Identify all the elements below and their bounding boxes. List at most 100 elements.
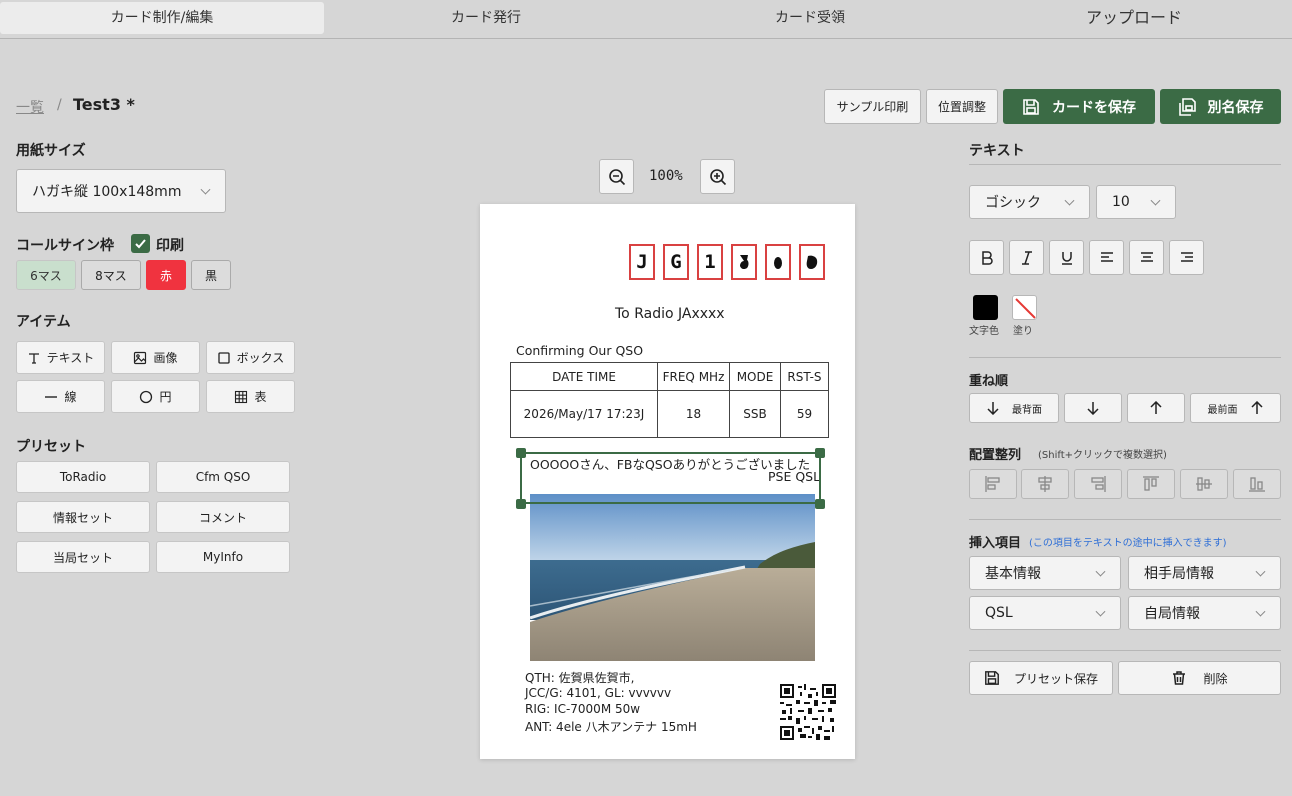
callsign-box[interactable] xyxy=(765,244,791,280)
insert-my-info-select[interactable]: 自局情報 xyxy=(1128,596,1281,630)
info-line[interactable]: JCC/G: 4101, GL: vvvvvv xyxy=(525,686,671,700)
italic-button[interactable] xyxy=(1009,240,1044,275)
resize-handle[interactable] xyxy=(516,499,526,509)
callsign-box[interactable]: G xyxy=(663,244,689,280)
breadcrumb-separator: / xyxy=(57,97,62,113)
position-adjust-button[interactable]: 位置調整 xyxy=(926,89,998,124)
frame-6-button[interactable]: 6マス xyxy=(16,260,76,290)
send-to-back-button[interactable]: 最背面 xyxy=(969,393,1059,423)
font-select[interactable]: ゴシック xyxy=(969,185,1090,219)
tab-card-receive[interactable]: カード受領 xyxy=(648,2,972,34)
qso-table[interactable]: DATE TIME FREQ MHz MODE RST-S 2026/May/1… xyxy=(510,362,829,438)
font-size-value: 10 xyxy=(1112,194,1130,210)
table-cell: SSB xyxy=(729,390,781,438)
callsign-box[interactable]: J xyxy=(629,244,655,280)
beach-photo[interactable] xyxy=(530,494,815,661)
breadcrumb-list-link[interactable]: 一覧 xyxy=(16,97,44,117)
align-objects-left-button[interactable] xyxy=(969,469,1017,499)
frame-black-button[interactable]: 黒 xyxy=(191,260,231,290)
add-box-button[interactable]: ボックス xyxy=(206,341,295,374)
info-line[interactable]: ANT: 4ele 八木アンテナ 15mH xyxy=(525,718,697,735)
add-image-button[interactable]: 画像 xyxy=(111,341,200,374)
add-line-button[interactable]: 線 xyxy=(16,380,105,413)
bold-button[interactable] xyxy=(969,240,1004,275)
bring-forward-button[interactable] xyxy=(1127,393,1185,423)
qr-code[interactable] xyxy=(780,684,836,740)
chevron-down-icon xyxy=(1095,566,1106,577)
font-size-select[interactable]: 10 xyxy=(1096,185,1176,219)
preset-comment-button[interactable]: コメント xyxy=(156,501,290,533)
resize-handle[interactable] xyxy=(815,499,825,509)
align-objects-vcenter-button[interactable] xyxy=(1180,469,1228,499)
callsign-box[interactable]: 1 xyxy=(697,244,723,280)
add-text-button[interactable]: テキスト xyxy=(16,341,105,374)
align-left-button[interactable] xyxy=(1089,240,1124,275)
insert-qsl-select[interactable]: QSL xyxy=(969,596,1121,630)
table-header: FREQ MHz xyxy=(657,362,730,391)
text-color-swatch[interactable] xyxy=(973,295,998,320)
tab-card-issue[interactable]: カード発行 xyxy=(324,2,648,34)
add-circle-button[interactable]: 円 xyxy=(111,380,200,413)
page-title: Test3 * xyxy=(73,95,135,114)
preset-myinfo-button[interactable]: MyInfo xyxy=(156,541,290,573)
align-center-button[interactable] xyxy=(1129,240,1164,275)
no-fill-icon xyxy=(1015,298,1036,319)
preset-cfmqso-button[interactable]: Cfm QSO xyxy=(156,461,290,493)
print-checkbox[interactable] xyxy=(131,234,150,253)
align-objects-vcenter-icon xyxy=(1196,477,1212,491)
frame-8-button[interactable]: 8マス xyxy=(81,260,141,290)
info-line[interactable]: QTH: 佐賀県佐賀市, xyxy=(525,669,634,686)
insert-basic-info-select[interactable]: 基本情報 xyxy=(969,556,1121,590)
delete-button[interactable]: 削除 xyxy=(1118,661,1281,695)
preset-cfmqso-label: Cfm QSO xyxy=(195,470,251,484)
chevron-down-icon xyxy=(1064,195,1075,206)
align-objects-bottom-button[interactable] xyxy=(1233,469,1281,499)
paper-size-select[interactable]: ハガキ縦 100x148mm xyxy=(16,169,226,213)
sample-print-button[interactable]: サンプル印刷 xyxy=(824,89,921,124)
card-canvas[interactable]: J G 1 To Radio JAxxxx Confirming Our QSO… xyxy=(480,204,855,759)
to-radio-text[interactable]: To Radio JAxxxx xyxy=(615,306,725,322)
selection-box[interactable] xyxy=(520,452,821,504)
zoom-out-button[interactable] xyxy=(599,159,634,194)
underline-button[interactable] xyxy=(1049,240,1084,275)
frame-red-button[interactable]: 赤 xyxy=(146,260,186,290)
callsign-box[interactable] xyxy=(731,244,757,280)
table-cell: 59 xyxy=(780,390,829,438)
align-objects-right-button[interactable] xyxy=(1074,469,1122,499)
chevron-down-icon xyxy=(1095,606,1106,617)
floppy-icon xyxy=(1023,98,1039,115)
align-objects-top-button[interactable] xyxy=(1127,469,1175,499)
divider xyxy=(969,164,1281,165)
add-table-button[interactable]: 表 xyxy=(206,380,295,413)
preset-toradio-button[interactable]: ToRadio xyxy=(16,461,150,493)
align-right-button[interactable] xyxy=(1169,240,1204,275)
save-card-button[interactable]: カードを保存 xyxy=(1003,89,1155,124)
resize-handle[interactable] xyxy=(516,448,526,458)
insert-qsl-value: QSL xyxy=(985,605,1013,621)
fill-color-swatch[interactable] xyxy=(1012,295,1037,320)
preset-info-button[interactable]: 情報セット xyxy=(16,501,150,533)
zoom-in-button[interactable] xyxy=(700,159,735,194)
callsign-box[interactable] xyxy=(799,244,825,280)
bring-to-front-button[interactable]: 最前面 xyxy=(1190,393,1281,423)
preset-mystation-button[interactable]: 当局セット xyxy=(16,541,150,573)
align-objects-hcenter-button[interactable] xyxy=(1021,469,1069,499)
preset-myinfo-label: MyInfo xyxy=(202,550,244,564)
send-backward-button[interactable] xyxy=(1064,393,1122,423)
save-as-button[interactable]: 別名保存 xyxy=(1160,89,1281,124)
info-line[interactable]: RIG: IC-7000M 50w xyxy=(525,702,640,716)
align-left-icon xyxy=(1100,251,1113,262)
save-copy-icon xyxy=(1178,97,1196,116)
tab-card-edit[interactable]: カード制作/編集 xyxy=(0,2,324,34)
text-icon xyxy=(28,352,39,364)
resize-handle[interactable] xyxy=(815,448,825,458)
align-objects-top-icon xyxy=(1143,476,1159,491)
tab-upload[interactable]: アップロード xyxy=(972,2,1292,34)
preset-toradio-label: ToRadio xyxy=(59,470,107,484)
insert-partner-info-value: 相手局情報 xyxy=(1144,566,1214,582)
insert-partner-info-select[interactable]: 相手局情報 xyxy=(1128,556,1281,590)
send-to-back-label: 最背面 xyxy=(1012,404,1042,416)
preset-save-button[interactable]: プリセット保存 xyxy=(969,661,1113,695)
blot-icon xyxy=(806,255,818,269)
confirming-text[interactable]: Confirming Our QSO xyxy=(516,343,643,358)
